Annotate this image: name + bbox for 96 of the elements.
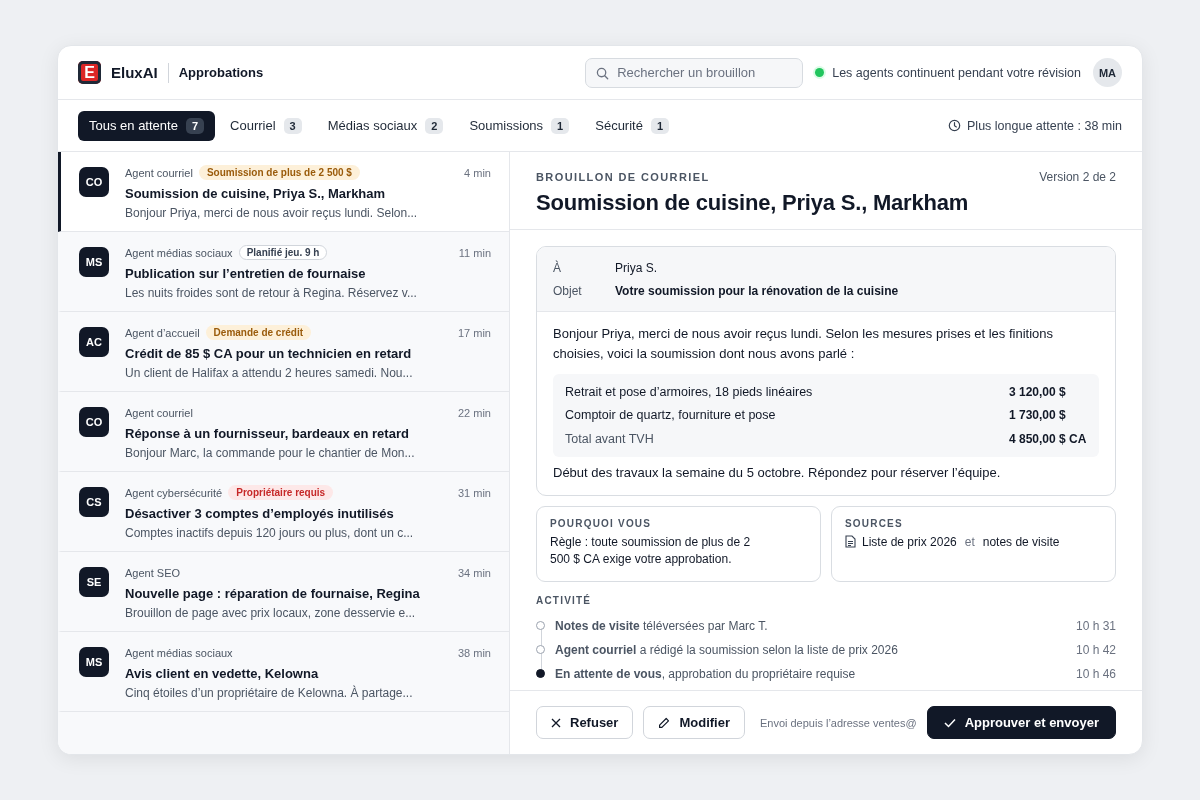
email-intro: Bonjour Priya, merci de nous avoir reçus lundi. Selon les mesures prises et les finitions choisies, voici la soumission dont nous avons parlé : <box>553 325 1054 363</box>
email-closing: Début des travaux la semaine du 5 octobre. Répondez pour réserver l’équipe. <box>553 463 1002 482</box>
draft-title: Avis client en vedette, Kelowna <box>125 666 320 681</box>
agent-name: Agent cybersécurité <box>125 486 223 499</box>
filter-tab[interactable]: Médias sociaux 2 <box>316 110 455 141</box>
field-label: Objet <box>553 283 583 298</box>
draft-item[interactable]: CO Agent courriel Soumission de plus de 2 500 $ 4 min Soumission de cuisine, Priya S., Markham Bonjour Priya, merci de nous avoir reçus lundi. Selon... <box>58 152 509 232</box>
filter-tab[interactable]: Tous en attente 7 <box>78 110 216 141</box>
line-amount: 1 730,00 $ <box>1009 408 1067 423</box>
activity-heading: ACTIVITÉ <box>536 594 593 606</box>
pencil-icon <box>658 716 671 729</box>
field-value: Priya S. <box>615 260 657 275</box>
filter-tab[interactable]: Sécurité 1 <box>584 110 681 141</box>
draft-tag: Soumission de plus de 2 500 $ <box>198 165 360 180</box>
draft-time: 22 min <box>457 406 491 419</box>
close-icon <box>551 717 561 728</box>
source-link[interactable]: Liste de prix 2026 <box>862 534 957 549</box>
app-name: EluxAI <box>111 64 158 81</box>
panel-heading: SOURCES <box>845 517 904 529</box>
draft-preview: Bonjour Marc, la commande pour le chantier de Mon... <box>125 446 416 460</box>
draft-preview: Bonjour Priya, merci de nous avoir reçus lundi. Selon... <box>125 206 419 220</box>
draft-preview: Brouillon de page avec prix locaux, zone desservie e... <box>125 606 417 620</box>
filter-tab[interactable]: Soumissions 1 <box>458 110 581 141</box>
version-label: Version 2 de 2 <box>1039 170 1116 184</box>
activity-time: 10 h 31 <box>1075 618 1116 633</box>
agent-avatar: SE <box>79 567 109 597</box>
agent-name: Agent d’accueil <box>125 326 200 339</box>
field-value: Votre soumission pour la rénovation de la cuisine <box>615 283 899 298</box>
draft-item[interactable]: SE Agent SEO 34 min Nouvelle page : réparation de fournaise, Regina Brouillon de page avec prix locaux, zone desservie e... <box>58 552 509 632</box>
draft-title: Désactiver 3 comptes d’employés inutilisés <box>125 506 395 521</box>
line-label: Comptoir de quartz, fourniture et pose <box>565 408 776 423</box>
panel-heading: POURQUOI VOUS <box>550 517 653 529</box>
agent-avatar: MS <box>79 647 109 677</box>
approve-button[interactable]: Approuver et envoyer <box>926 706 1116 739</box>
draft-time: 17 min <box>457 326 491 339</box>
draft-item[interactable]: CO Agent courriel 22 min Réponse à un fournisseur, bardeaux en retard Bonjour Marc, la commande pour le chantier de Mon... <box>58 392 509 472</box>
activity-text: Agent courriel a rédigé la soumission selon la liste de prix 2026 <box>555 642 898 657</box>
search-icon <box>596 66 610 80</box>
line-label: Total avant TVH <box>565 431 654 446</box>
section-title: Approbations <box>178 65 264 80</box>
reject-button[interactable]: Refuser <box>536 706 634 739</box>
draft-title: Réponse à un fournisseur, bardeaux en retard <box>125 426 410 441</box>
draft-item[interactable]: MS Agent médias sociaux 38 min Avis client en vedette, Kelowna Cinq étoiles d’un propriétaire de Kelowna. À partage... <box>58 632 509 712</box>
agent-name: Agent SEO <box>125 566 181 579</box>
agent-avatar: AC <box>79 327 109 357</box>
agent-name: Agent courriel <box>125 406 193 419</box>
agent-name: Agent courriel <box>125 166 193 179</box>
draft-title: Nouvelle page : réparation de fournaise, Regina <box>125 586 421 601</box>
agent-name: Agent médias sociaux <box>125 646 233 659</box>
joiner-text: et <box>964 534 975 549</box>
search-field[interactable]: Rechercher un brouillon <box>585 57 804 88</box>
agent-name: Agent médias sociaux <box>125 246 233 259</box>
draft-preview: Comptes inactifs depuis 120 jours ou plus, dont un c... <box>125 526 415 540</box>
draft-item[interactable]: MS Agent médias sociaux Planifié jeu. 9 h 11 min Publication sur l’entretien de fournaise Les nuits froides sont de retour à Regina. Réservez v... <box>58 232 509 312</box>
edit-button[interactable]: Modifier <box>643 706 745 739</box>
draft-preview: Un client de Halifax a attendu 2 heures samedi. Nou... <box>125 366 414 380</box>
rule-text: Règle : toute soumission de plus de 2 500 $ CA exige votre approbation. <box>550 533 752 568</box>
longest-wait: Plus longue attente : 38 min <box>967 118 1122 133</box>
agent-avatar: MS <box>79 247 109 277</box>
status-text: Les agents continuent pendant votre révision <box>832 65 1081 80</box>
draft-tag: Planifié jeu. 9 h <box>238 245 328 260</box>
document-icon <box>845 535 856 548</box>
line-amount: 3 120,00 $ <box>1009 384 1067 399</box>
draft-title: Publication sur l’entretien de fournaise <box>125 266 367 281</box>
agent-avatar: CO <box>79 407 109 437</box>
clock-icon <box>948 119 962 132</box>
draft-preview: Les nuits froides sont de retour à Regina. Réservez v... <box>125 286 418 300</box>
draft-item[interactable]: AC Agent d’accueil Demande de crédit 17 min Crédit de 85 $ CA pour un technicien en retard Un client de Halifax a attendu 2 heures samedi. Nou... <box>58 312 509 392</box>
agent-avatar: CO <box>79 167 109 197</box>
activity-time: 10 h 42 <box>1075 642 1116 657</box>
line-amount: 4 850,00 $ CA <box>1009 431 1087 446</box>
line-label: Retrait et pose d’armoires, 18 pieds linéaires <box>565 384 813 399</box>
draft-preview: Cinq étoiles d’un propriétaire de Kelowna. À partage... <box>125 686 414 700</box>
draft-time: 4 min <box>464 166 491 179</box>
source-link[interactable]: notes de visite <box>982 534 1060 549</box>
activity-time: 10 h 46 <box>1075 666 1116 681</box>
draft-time: 31 min <box>457 486 491 499</box>
draft-tag: Demande de crédit <box>205 325 312 340</box>
logo-icon: E <box>78 61 101 84</box>
draft-time: 38 min <box>457 646 491 659</box>
draft-type: BROUILLON DE COURRIEL <box>536 171 710 183</box>
user-avatar[interactable]: MA <box>1093 58 1122 87</box>
draft-heading: Soumission de cuisine, Priya S., Markham <box>536 190 970 216</box>
field-label: À <box>553 260 562 275</box>
agent-avatar: CS <box>79 487 109 517</box>
draft-time: 11 min <box>458 246 491 259</box>
draft-title: Crédit de 85 $ CA pour un technicien en retard <box>125 346 413 361</box>
sender-note: Envoi depuis l’adresse ventes@ <box>759 716 917 729</box>
activity-text: En attente de vous, approbation du propriétaire requise <box>555 666 856 681</box>
check-icon <box>943 717 956 728</box>
draft-time: 34 min <box>457 566 491 579</box>
draft-tag: Propriétaire requis <box>228 485 334 500</box>
draft-item[interactable]: CS Agent cybersécurité Propriétaire requis 31 min Désactiver 3 comptes d’employés inutilisés Comptes inactifs depuis 120 jours ou plus, dont un c... <box>58 472 509 552</box>
filter-tab[interactable]: Courriel 3 <box>219 110 313 141</box>
draft-title: Soumission de cuisine, Priya S., Markham <box>125 186 387 201</box>
activity-text: Notes de visite téléversées par Marc T. <box>555 618 768 633</box>
